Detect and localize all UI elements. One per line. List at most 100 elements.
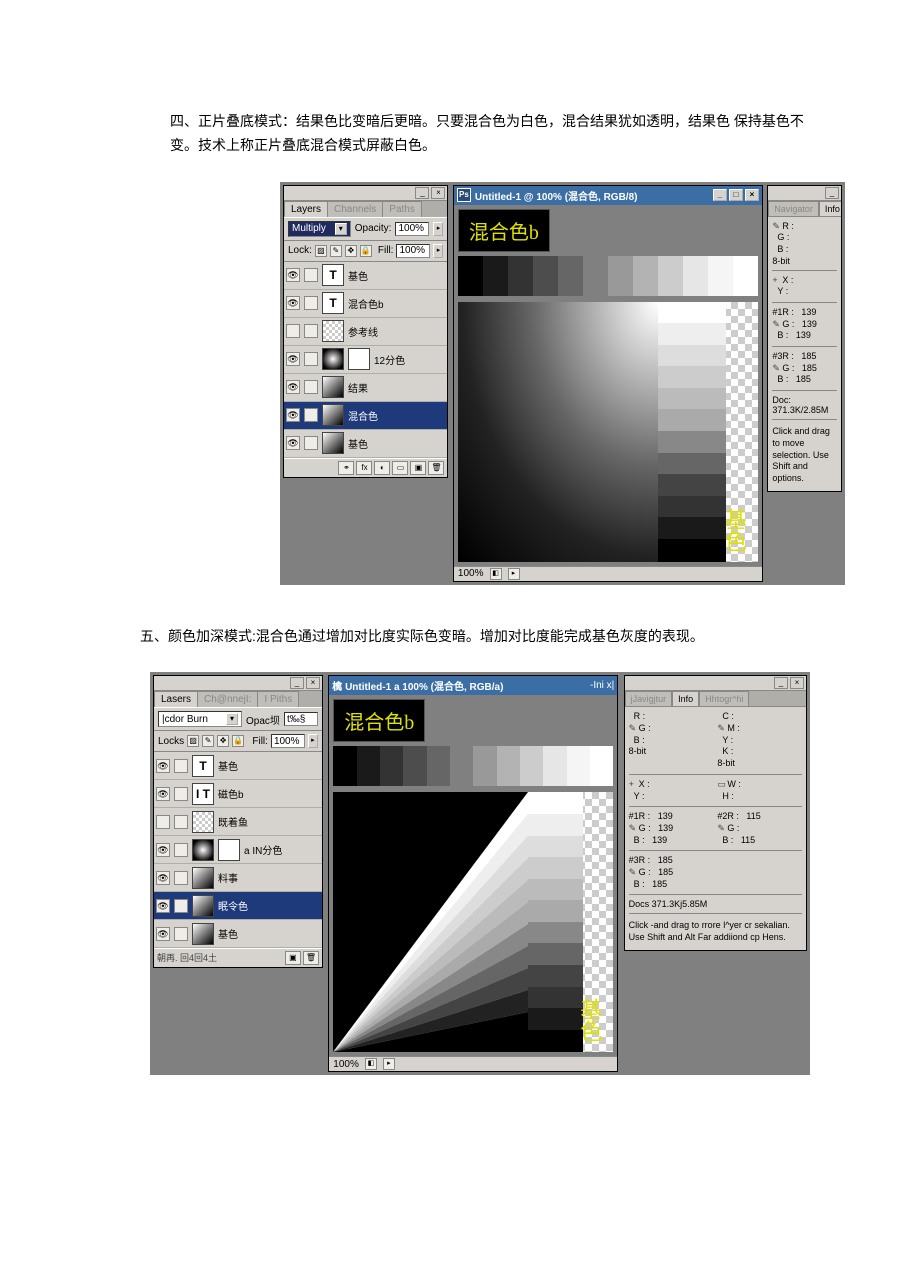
lock-brush-icon[interactable]: ✎ (202, 735, 214, 747)
layer-row[interactable]: 👁 基色 (284, 430, 447, 458)
tab-navigator[interactable]: Navigator (768, 201, 819, 216)
link-icon[interactable]: ⚭ (338, 461, 354, 475)
status-icon[interactable]: ◧ (365, 1058, 377, 1070)
visibility-icon[interactable] (286, 324, 300, 338)
link-slot[interactable] (174, 899, 188, 913)
lock-move-icon[interactable]: ✥ (345, 245, 357, 257)
lock-transparency-icon[interactable]: ▨ (187, 735, 199, 747)
lock-transparency-icon[interactable]: ▨ (315, 245, 327, 257)
link-slot[interactable] (304, 352, 318, 366)
canvas-area[interactable]: 基色 (333, 792, 613, 1052)
visibility-icon[interactable]: 👁 (156, 787, 170, 801)
canvas-area[interactable]: 基色 (458, 302, 758, 562)
link-slot[interactable] (174, 787, 188, 801)
tab-layers[interactable]: Layers (284, 201, 328, 217)
link-slot[interactable] (174, 815, 188, 829)
minimize-icon[interactable]: _ (713, 189, 727, 201)
layer-row-selected[interactable]: 👁 眠令色 (154, 892, 322, 920)
visibility-icon[interactable]: 👁 (286, 268, 300, 282)
opacity-arrow-icon[interactable]: ▸ (433, 222, 443, 236)
tab-channels[interactable]: Ch@nnejI: (197, 691, 258, 707)
visibility-icon[interactable]: 👁 (156, 927, 170, 941)
link-slot[interactable] (174, 759, 188, 773)
layer-row[interactable]: 👁 a IN分色 (154, 836, 322, 864)
link-slot[interactable] (304, 268, 318, 282)
tab-info[interactable]: Info (819, 201, 842, 216)
panel-min-icon[interactable]: _ (415, 187, 429, 199)
tab-histogram[interactable]: Hhtogr^hi (699, 691, 749, 706)
visibility-icon[interactable]: 👁 (286, 436, 300, 450)
layer-row[interactable]: 参考线 (284, 318, 447, 346)
fill-input[interactable]: 100% (271, 734, 305, 748)
link-slot[interactable] (174, 843, 188, 857)
blend-mode-dropdown[interactable]: |cdor Burn ▾ (158, 711, 242, 727)
layer-row[interactable]: 👁 T 基色 (284, 262, 447, 290)
layer-row[interactable]: 👁 料事 (154, 864, 322, 892)
layer-row[interactable]: 👁 I T 磁色b (154, 780, 322, 808)
layer-row[interactable]: 👁 T 基色 (154, 752, 322, 780)
new-layer-icon[interactable]: ▣ (285, 951, 301, 965)
mask-icon[interactable]: ◐ (374, 461, 390, 475)
panel-close-icon[interactable]: × (431, 187, 445, 199)
link-slot[interactable] (304, 296, 318, 310)
visibility-icon[interactable]: 👁 (156, 899, 170, 913)
window-titlebar[interactable]: 檎 Untitled-1 a 100% (混合色, RGB/a) -Ini x| (329, 676, 617, 695)
layer-row[interactable]: 👁 结果 (284, 374, 447, 402)
lock-brush-icon[interactable]: ✎ (330, 245, 342, 257)
link-slot[interactable] (304, 380, 318, 394)
layer-row[interactable]: 👁 12分色 (284, 346, 447, 374)
lock-move-icon[interactable]: ✥ (217, 735, 229, 747)
panel-min-icon[interactable]: _ (774, 677, 788, 689)
visibility-icon[interactable]: 👁 (286, 296, 300, 310)
opacity-input[interactable]: 100% (395, 222, 429, 236)
visibility-icon[interactable]: 👁 (156, 843, 170, 857)
visibility-icon[interactable]: 👁 (286, 352, 300, 366)
trash-icon[interactable]: 🗑 (303, 951, 319, 965)
fx-icon[interactable]: fx (356, 461, 372, 475)
panel-min-icon[interactable]: _ (825, 187, 839, 199)
maximize-icon[interactable]: □ (729, 189, 743, 201)
link-slot[interactable] (174, 927, 188, 941)
panel-close-icon[interactable]: × (790, 677, 804, 689)
tab-navigator[interactable]: jJavigjtur (625, 691, 673, 706)
layer-row[interactable]: 既着鱼 (154, 808, 322, 836)
link-slot[interactable] (174, 871, 188, 885)
visibility-icon[interactable] (156, 815, 170, 829)
tab-paths[interactable]: Paths (382, 201, 422, 217)
visibility-icon[interactable]: 👁 (286, 380, 300, 394)
visibility-icon[interactable]: 👁 (156, 871, 170, 885)
fill-arrow-icon[interactable]: ▸ (308, 734, 318, 748)
layer-row[interactable]: 👁 基色 (154, 920, 322, 948)
link-slot[interactable] (304, 408, 318, 422)
tab-layers[interactable]: Lasers (154, 691, 198, 707)
link-slot[interactable] (304, 324, 318, 338)
new-layer-icon[interactable]: ▣ (410, 461, 426, 475)
visibility-icon[interactable]: 👁 (286, 408, 300, 422)
panel-close-icon[interactable]: × (306, 677, 320, 689)
folder-icon[interactable]: ▭ (392, 461, 408, 475)
lock-all-icon[interactable]: 🔒 (232, 735, 244, 747)
panel-min-icon[interactable]: _ (290, 677, 304, 689)
tab-paths[interactable]: I Piths (257, 691, 299, 707)
trash-icon[interactable]: 🗑 (428, 461, 444, 475)
link-slot[interactable] (304, 436, 318, 450)
tab-info[interactable]: Info (672, 691, 699, 706)
layer-row-selected[interactable]: 👁 混合色 (284, 402, 447, 430)
fill-input[interactable]: 100% (396, 244, 430, 258)
tab-channels[interactable]: Channels (327, 201, 383, 217)
status-icon[interactable]: ◧ (490, 568, 502, 580)
fill-arrow-icon[interactable]: ▸ (433, 244, 443, 258)
opacity-input[interactable]: t‰§ (284, 712, 318, 726)
zoom-value[interactable]: 100% (333, 1059, 359, 1070)
status-arrow-icon[interactable]: ▸ (508, 568, 520, 580)
close-icon[interactable]: × (745, 189, 759, 201)
status-arrow-icon[interactable]: ▸ (383, 1058, 395, 1070)
zoom-value[interactable]: 100% (458, 568, 484, 579)
info-panel: _ Navigator Info Hi ✎R : G : B : 8-bit +… (767, 185, 842, 492)
visibility-icon[interactable]: 👁 (156, 759, 170, 773)
window-titlebar[interactable]: Ps Untitled-1 @ 100% (混合色, RGB/8) _ □ × (454, 186, 762, 205)
layer-row[interactable]: 👁 T 混合色b (284, 290, 447, 318)
close-text[interactable]: -Ini x| (590, 680, 614, 691)
blend-mode-dropdown[interactable]: Multiply ▾ (288, 221, 351, 237)
lock-all-icon[interactable]: 🔒 (360, 245, 372, 257)
